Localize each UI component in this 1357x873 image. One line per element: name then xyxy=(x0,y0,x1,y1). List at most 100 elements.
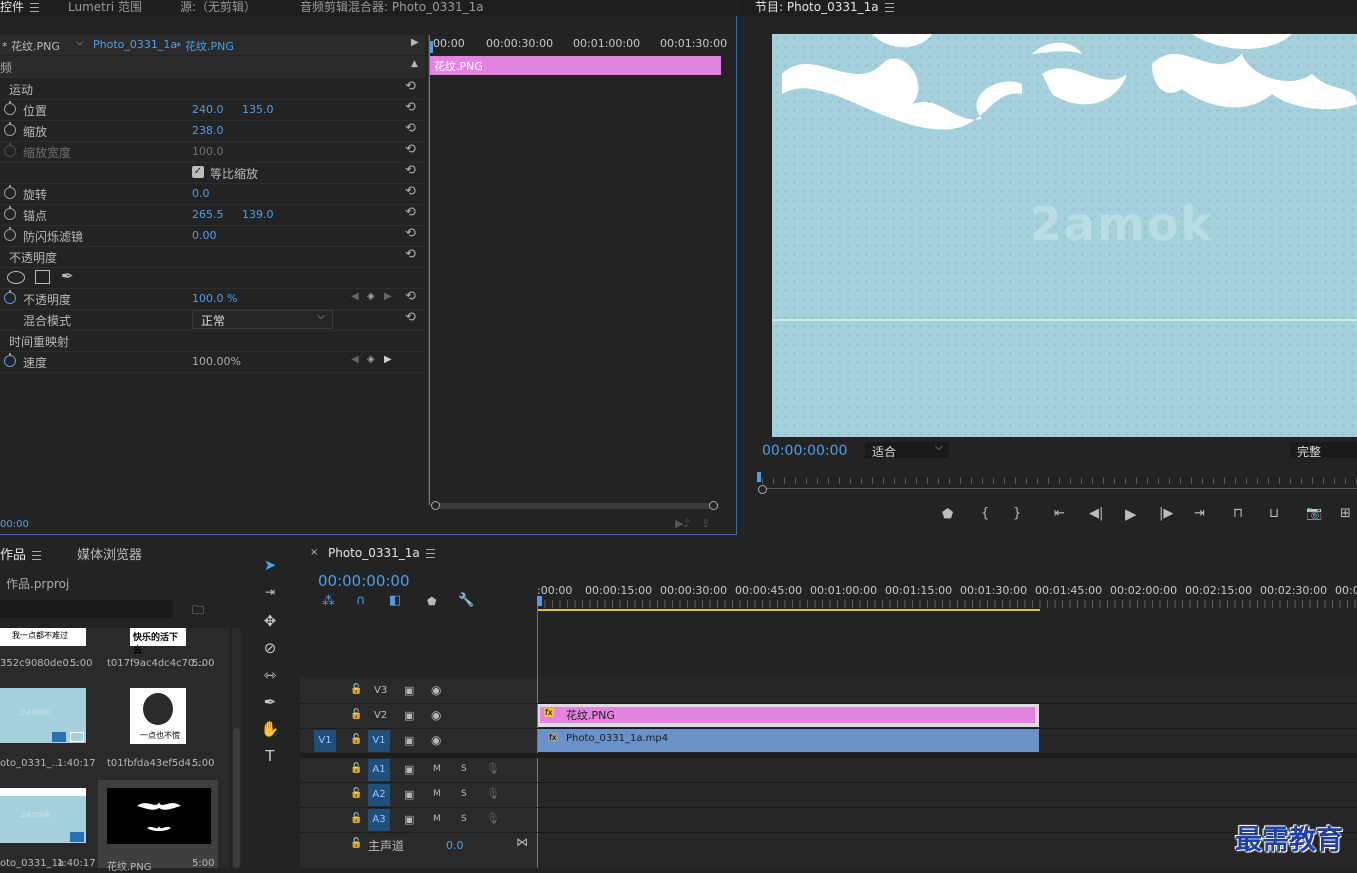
reset-icon[interactable]: ⟲ xyxy=(405,184,416,199)
razor-tool-icon[interactable]: ⊘ xyxy=(260,639,280,659)
project-item-thumb[interactable]: 一点也不慌 xyxy=(130,688,186,744)
collapse-icon[interactable]: ▲ xyxy=(411,59,418,69)
menu-icon[interactable] xyxy=(30,3,40,12)
timeline-playhead[interactable] xyxy=(537,596,542,606)
mic-icon[interactable]: 🎙 xyxy=(486,787,500,800)
snap-icon[interactable]: ⁂ xyxy=(322,594,335,609)
magnet-icon[interactable]: ∩ xyxy=(356,593,366,608)
pen-tool-icon[interactable]: ✒ xyxy=(260,693,280,713)
program-title[interactable]: 节目: Photo_0331_1a xyxy=(755,0,894,16)
sequence-clip-selected[interactable]: * 花纹.PNG xyxy=(176,38,234,54)
camera-icon[interactable]: 📷 xyxy=(1306,506,1322,521)
mic-icon[interactable]: 🎙 xyxy=(486,812,500,825)
reset-icon[interactable]: ⟲ xyxy=(405,226,416,241)
timeline-tab[interactable]: Photo_0331_1a xyxy=(328,546,435,560)
sync-lock-icon[interactable]: ▣ xyxy=(404,813,414,826)
stopwatch-icon[interactable] xyxy=(4,290,16,304)
wrench-icon[interactable]: 🔧 xyxy=(458,593,474,608)
pen-mask-icon[interactable]: ✒ xyxy=(61,267,74,285)
reset-icon[interactable]: ⟲ xyxy=(405,205,416,220)
next-keyframe-icon[interactable]: ▶ xyxy=(384,354,392,365)
stopwatch-icon[interactable] xyxy=(4,185,16,199)
sync-lock-icon[interactable]: ▣ xyxy=(404,684,414,697)
button-editor-icon[interactable]: ⊞ xyxy=(1340,506,1351,521)
antiflicker-value[interactable]: 0.00 xyxy=(192,229,217,242)
go-to-in-icon[interactable]: ⇤ xyxy=(1054,506,1065,521)
track-target-a1[interactable]: A1 xyxy=(368,759,390,781)
stopwatch-icon[interactable] xyxy=(4,227,16,241)
rectangle-mask-icon[interactable] xyxy=(35,270,50,284)
project-item-thumb[interactable]: 2amok xyxy=(0,788,86,843)
time-remap-row[interactable]: 时间重映射 xyxy=(0,330,425,352)
scroll-handle-right[interactable] xyxy=(709,501,718,510)
track-target-a2[interactable]: A2 xyxy=(368,784,390,806)
scale-value[interactable]: 238.0 xyxy=(192,124,224,137)
prev-keyframe-icon[interactable]: ◀ xyxy=(351,291,359,302)
anchor-y-value[interactable]: 139.0 xyxy=(242,208,274,221)
blend-dropdown[interactable]: 正常 ⌵ xyxy=(192,310,333,329)
lock-icon[interactable]: 🔓 xyxy=(350,813,362,824)
source-clip-name[interactable]: * 花纹.PNG xyxy=(2,38,60,54)
project-item-thumb[interactable] xyxy=(107,788,211,844)
filter-icon[interactable]: ▶♪ xyxy=(675,517,690,530)
go-to-out-icon[interactable]: ⇥ xyxy=(1194,506,1205,521)
mute-button[interactable]: M xyxy=(433,814,441,824)
new-bin-icon[interactable]: 🗀 xyxy=(192,601,204,622)
tab-audio-mixer[interactable]: 音频剪辑混合器: Photo_0331_1a xyxy=(300,0,484,16)
work-area-bar[interactable] xyxy=(537,609,1040,611)
mute-button[interactable]: M xyxy=(433,764,441,774)
clip-mp4[interactable]: fx Photo_0331_1a.mp4 xyxy=(538,729,1039,752)
export-icon[interactable]: ⇪ xyxy=(701,517,710,530)
add-marker-icon[interactable]: ⬟ xyxy=(942,507,953,522)
tab-media-browser[interactable]: 媒体浏览器 xyxy=(77,544,142,563)
lock-icon[interactable]: 🔓 xyxy=(350,838,362,849)
ellipse-mask-icon[interactable] xyxy=(7,271,25,284)
add-keyframe-icon[interactable]: ◈ xyxy=(367,291,375,302)
anchor-x-value[interactable]: 265.5 xyxy=(192,208,224,221)
stopwatch-icon[interactable] xyxy=(4,101,16,115)
scrub-handle[interactable] xyxy=(758,485,767,494)
type-tool-icon[interactable]: T xyxy=(260,747,280,767)
slip-tool-icon[interactable]: ⇿ xyxy=(260,666,280,686)
reset-icon[interactable]: ⟲ xyxy=(405,310,416,325)
mic-icon[interactable]: 🎙 xyxy=(486,762,500,775)
speed-value[interactable]: 100.00% xyxy=(192,355,241,368)
tab-project[interactable]: 作品 xyxy=(0,544,42,563)
linked-selection-icon[interactable]: ◧ xyxy=(389,593,401,608)
source-patch-v1[interactable]: V1 xyxy=(314,730,336,752)
step-back-icon[interactable]: ◀| xyxy=(1089,506,1103,521)
step-forward-icon[interactable]: |▶ xyxy=(1159,506,1173,521)
add-marker-icon[interactable]: ⬟ xyxy=(427,595,437,608)
lock-icon[interactable]: 🔓 xyxy=(350,788,362,799)
stopwatch-icon[interactable] xyxy=(4,353,16,367)
effect-timecode[interactable]: 00:00 xyxy=(0,519,29,530)
clip-png[interactable]: fx 花纹.PNG xyxy=(538,704,1039,727)
ripple-edit-tool-icon[interactable]: ✥ xyxy=(260,612,280,632)
reset-icon[interactable]: ⟲ xyxy=(405,79,416,94)
mark-out-icon[interactable]: } xyxy=(1013,506,1021,521)
prev-keyframe-icon[interactable]: ◀ xyxy=(351,354,359,365)
lock-icon[interactable]: 🔓 xyxy=(350,709,362,720)
selection-tool-icon[interactable]: ➤ xyxy=(260,556,280,576)
reset-icon[interactable]: ⟲ xyxy=(405,100,416,115)
go-to-end-icon[interactable]: ⋈ xyxy=(516,835,528,849)
eye-icon[interactable]: ◉ xyxy=(431,683,441,697)
position-x-value[interactable]: 240.0 xyxy=(192,103,224,116)
play-arrow-icon[interactable]: ▶ xyxy=(411,37,419,48)
reset-icon[interactable]: ⟲ xyxy=(405,289,416,304)
program-video-frame[interactable]: 2amok xyxy=(772,34,1357,437)
rotation-value[interactable]: 0.0 xyxy=(192,187,210,200)
solo-button[interactable]: S xyxy=(461,789,467,799)
hand-tool-icon[interactable]: ✋ xyxy=(260,720,280,740)
project-search-input[interactable] xyxy=(0,600,173,618)
opacity-section-row[interactable]: 不透明度 ⟲ xyxy=(0,246,425,268)
eye-icon[interactable]: ◉ xyxy=(431,708,441,722)
menu-icon[interactable] xyxy=(884,3,894,12)
reset-icon[interactable]: ⟲ xyxy=(405,121,416,136)
track-label[interactable]: V2 xyxy=(374,710,387,721)
next-keyframe-icon[interactable]: ▶ xyxy=(384,291,392,302)
project-item-thumb[interactable]: 2amok xyxy=(0,688,86,743)
sequence-clip-name[interactable]: Photo_0331_1a xyxy=(93,38,177,51)
fit-dropdown[interactable]: 适合 ⌵ xyxy=(865,442,949,459)
mute-button[interactable]: M xyxy=(433,789,441,799)
